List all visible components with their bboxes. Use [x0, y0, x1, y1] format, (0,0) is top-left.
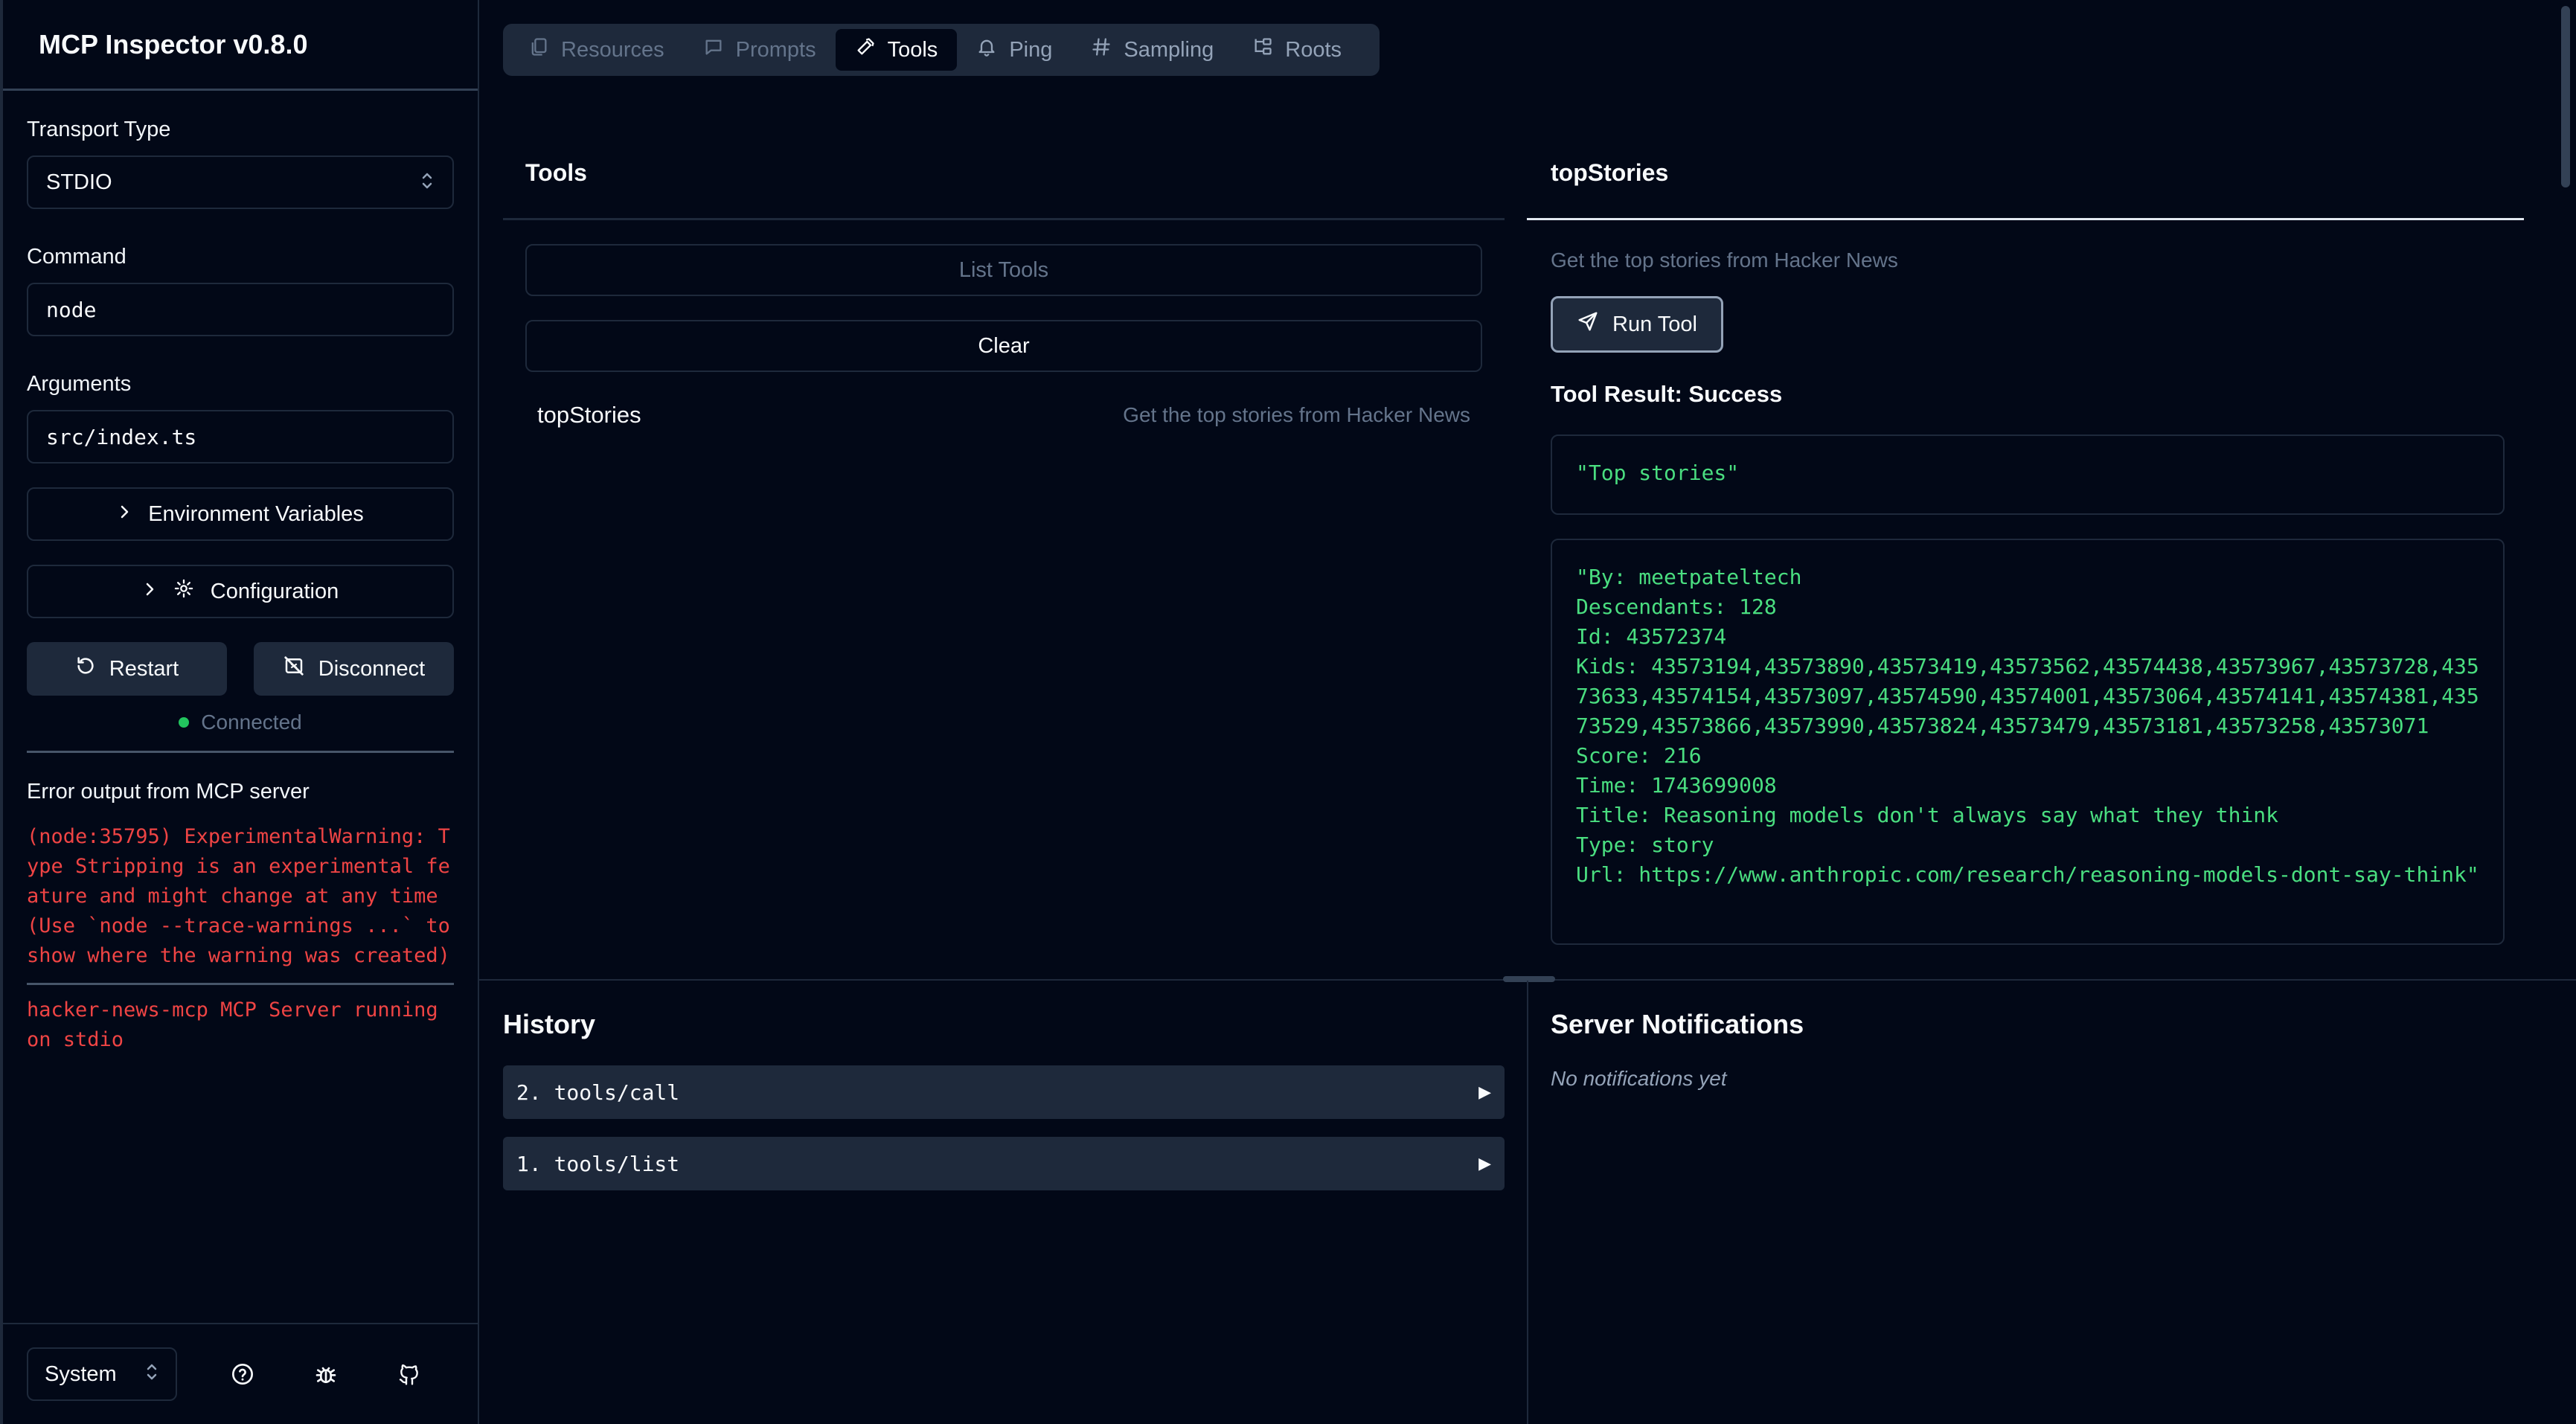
configuration-label: Configuration — [210, 579, 339, 603]
tab-label: Ping — [1009, 37, 1053, 62]
sidebar-footer: System — [3, 1323, 478, 1424]
rotate-ccw-icon — [75, 655, 96, 682]
tab-label: Tools — [887, 37, 938, 62]
folder-tree-icon — [1252, 36, 1273, 63]
configuration-button[interactable]: Configuration — [27, 565, 454, 618]
history-item-label: 1. tools/list — [516, 1151, 680, 1176]
notifications-title: Server Notifications — [1551, 1009, 1804, 1039]
command-label: Command — [27, 245, 126, 269]
list-tools-button[interactable]: List Tools — [525, 244, 1482, 296]
history-item-label: 2. tools/call — [516, 1080, 680, 1105]
arguments-value: src/index.ts — [46, 424, 197, 449]
divider — [27, 751, 454, 753]
main-area: Resources Prompts Tools Ping Sampling Ro… — [479, 0, 2576, 1424]
transport-value: STDIO — [46, 170, 112, 194]
files-icon — [528, 36, 549, 63]
history-title: History — [503, 1009, 596, 1039]
tab-label: Roots — [1285, 37, 1342, 62]
tab-roots[interactable]: Roots — [1233, 29, 1361, 71]
settings-gear-icon — [173, 578, 194, 605]
chevron-right-icon — [142, 580, 157, 604]
sidebar: MCP Inspector v0.8.0 Transport Type STDI… — [0, 0, 479, 1424]
notifications-empty: No notifications yet — [1551, 1067, 1727, 1090]
run-tool-label: Run Tool — [1612, 312, 1697, 336]
play-arrow-icon: ▶ — [1478, 1083, 1491, 1102]
connection-status: Connected — [27, 711, 454, 734]
transport-label: Transport Type — [27, 118, 171, 141]
app-window: MCP Inspector v0.8.0 Transport Type STDI… — [0, 0, 2576, 1424]
error-line: (node:35795) ExperimentalWarning: Type S… — [27, 825, 463, 967]
run-tool-button[interactable]: Run Tool — [1551, 296, 1723, 353]
history-item[interactable]: 1. tools/list ▶ — [503, 1137, 1505, 1190]
tool-name: topStories — [537, 402, 641, 428]
chevron-right-icon — [117, 502, 132, 527]
tab-prompts[interactable]: Prompts — [684, 29, 836, 71]
resize-handle[interactable] — [1503, 976, 1555, 982]
bottom-panel: History 2. tools/call ▶ 1. tools/list ▶ … — [479, 976, 2576, 1424]
notifications-panel: Server Notifications No notifications ye… — [1551, 1009, 1804, 1091]
tab-label: Prompts — [735, 37, 816, 62]
divider — [1527, 981, 1528, 1424]
disconnect-button[interactable]: Disconnect — [254, 642, 454, 696]
chevrons-up-down-icon — [420, 170, 435, 194]
tab-tools[interactable]: Tools — [835, 29, 958, 71]
tool-list-item[interactable]: topStories Get the top stories from Hack… — [537, 402, 1470, 429]
hash-icon — [1091, 36, 1112, 63]
tab-bar: Resources Prompts Tools Ping Sampling Ro… — [503, 24, 1380, 76]
message-icon — [703, 36, 724, 63]
tool-detail-title: topStories — [1527, 138, 2524, 220]
tab-resources[interactable]: Resources — [509, 29, 684, 71]
tool-result-block: "By: meetpateltech Descendants: 128 Id: … — [1551, 539, 2505, 945]
help-icon[interactable] — [225, 1356, 260, 1392]
status-text: Connected — [201, 711, 302, 734]
command-value: node — [46, 297, 97, 322]
github-icon[interactable] — [391, 1356, 427, 1392]
divider — [27, 983, 454, 985]
history-item[interactable]: 2. tools/call ▶ — [503, 1065, 1505, 1119]
restart-button[interactable]: Restart — [27, 642, 227, 696]
main-scrollbar[interactable] — [2557, 0, 2573, 975]
bug-icon[interactable] — [308, 1356, 344, 1392]
tool-result-block: "Top stories" — [1551, 434, 2505, 515]
tab-label: Sampling — [1124, 37, 1214, 62]
clear-button[interactable]: Clear — [525, 320, 1482, 372]
play-arrow-icon: ▶ — [1478, 1154, 1491, 1173]
app-title: MCP Inspector v0.8.0 — [3, 0, 478, 91]
tool-detail-pane: topStories Get the top stories from Hack… — [1527, 138, 2524, 945]
tools-title: Tools — [503, 138, 1505, 220]
tab-sampling[interactable]: Sampling — [1071, 29, 1233, 71]
environment-variables-label: Environment Variables — [148, 501, 364, 526]
tool-description: Get the top stories from Hacker News — [1123, 403, 1470, 426]
arguments-label: Arguments — [27, 372, 132, 396]
tool-result-title: Tool Result: Success — [1551, 381, 1783, 407]
scroll-thumb[interactable] — [2561, 6, 2570, 187]
tool-detail-description: Get the top stories from Hacker News — [1551, 248, 1898, 272]
send-icon — [1577, 310, 1599, 339]
arguments-input[interactable]: src/index.ts — [27, 410, 454, 464]
theme-value: System — [45, 1362, 117, 1386]
restart-label: Restart — [109, 656, 179, 681]
command-input[interactable]: node — [27, 283, 454, 336]
history-panel: History 2. tools/call ▶ 1. tools/list ▶ — [503, 1009, 1505, 1208]
unplug-icon — [283, 655, 305, 683]
bell-icon — [976, 36, 997, 63]
tab-label: Resources — [561, 37, 664, 62]
tools-pane: Tools List Tools Clear topStories Get th… — [503, 138, 1505, 429]
environment-variables-button[interactable]: Environment Variables — [27, 487, 454, 541]
chevrons-up-down-icon — [144, 1362, 159, 1387]
error-line: hacker-news-mcp MCP Server running on st… — [27, 998, 450, 1051]
status-dot-icon — [179, 717, 190, 728]
error-output-title: Error output from MCP server — [27, 780, 310, 804]
hammer-icon — [855, 36, 876, 63]
transport-select[interactable]: STDIO — [27, 155, 454, 209]
theme-select[interactable]: System — [27, 1347, 177, 1401]
disconnect-label: Disconnect — [318, 656, 426, 681]
tab-ping[interactable]: Ping — [957, 29, 1071, 71]
